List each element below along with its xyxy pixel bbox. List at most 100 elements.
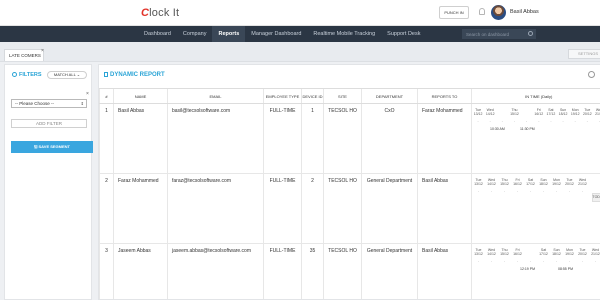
in-time-value: 08:55 PM [558,267,573,271]
search-icon[interactable] [528,31,533,36]
settings-button[interactable]: SETTINGS [568,49,600,59]
in-time-value: 12:19 PM [520,267,535,271]
gear-icon[interactable] [588,71,595,78]
attendance-dot: - [581,189,584,193]
dashboard-search-input[interactable] [462,29,536,39]
date-label: 18/12 [558,112,568,116]
date-label: 17/12 [539,252,548,256]
attendance-dot: - [538,119,540,123]
tab-late-comers[interactable]: LATE COMERS [4,49,44,61]
date-label: 20/12 [565,182,574,186]
table-row[interactable]: 2 Faraz Mohammed faraz@tecsolsoftware.com F… [99,173,600,244]
attendance-dot: - [503,189,506,193]
attendance-dot: - [581,259,584,263]
table-row[interactable]: 1 Basil Abbas basil@tecsolsoftware.com FULL… [99,103,600,174]
date-label [496,112,508,116]
tab-close-icon[interactable]: × [41,48,44,54]
date-label: 16/12 [513,182,522,186]
date-label: 14/12 [487,182,496,186]
app-logo[interactable]: Clock It [141,7,179,19]
date-label [524,252,537,256]
column-header[interactable]: REPORTS TO [417,88,472,104]
attendance-dot: - [477,119,479,123]
cell-dept: General Department [361,243,418,299]
column-header[interactable]: DEVICE ID [301,88,324,104]
date-row: 13/12 14/12 15/12 16/12 17/12 18/12 19/12 20/12… [472,112,600,116]
attendance-dot: - [598,119,600,123]
attendance-dots-row: ---------- [472,259,600,263]
cell-name: Faraz Mohammed [113,173,168,244]
date-label: 13/12 [473,112,483,116]
filter-field-select[interactable]: -- Please Choose -- ⇕ [11,99,87,108]
attendance-dot: - [489,119,491,123]
attendance-dot: - [586,119,588,123]
match-all-dropdown[interactable]: MATCH ALL ⌄ [47,71,87,79]
nav-item-realtime-mobile-tracking[interactable]: Realtime Mobile Tracking [307,26,381,42]
select-arrow-icon: ⇕ [80,101,84,106]
attendance-dot: - [542,259,545,263]
cell-dept: CxO [361,103,418,174]
column-header[interactable]: SITE [323,88,362,104]
today-button[interactable]: TODAY [591,193,600,202]
attendance-dot: - [516,259,519,263]
cell-email: faraz@tecsolsoftware.com [167,173,264,244]
save-segment-button[interactable]: 🖫 SAVE SEGMENT [11,141,93,153]
column-header[interactable]: IN TIME (Daily) [471,88,600,104]
date-row: 13/12 14/12 15/12 16/12 17/12 18/12 19/12 20/12… [472,252,600,256]
punch-in-button[interactable]: PUNCH IN [439,6,469,19]
attendance-dot: - [501,119,503,123]
attendance-dot: - [555,189,558,193]
cell-email: basil@tecsolsoftware.com [167,103,264,174]
filter-remove-icon[interactable]: × [86,91,89,97]
attendance-dot: - [516,189,519,193]
attendance-dot: - [542,189,545,193]
attendance-dot: - [529,189,532,193]
date-label: 21/12 [591,252,600,256]
cell-reports-to: Basil Abbas [417,243,472,299]
nav-item-dashboard[interactable]: Dashboard [138,26,177,42]
filter-icon [12,72,17,77]
cell-email: jaseem.abbas@tecsolsoftware.com [167,243,264,299]
attendance-dot: - [555,259,558,263]
column-header[interactable]: NAME [113,88,168,104]
table-row[interactable]: 3 Jaseem Abbas jaseem.abbas@tecsolsoftware… [99,243,600,299]
attendance-dot: - [529,259,532,263]
cell-type: FULL-TIME [263,103,302,174]
nav-links: Dashboard Company Reports Manager Dashboard… [138,26,426,42]
attendance-dot: - [574,119,576,123]
report-title-text: DYNAMIC REPORT [110,72,165,78]
attendance-dot: - [490,259,493,263]
user-name[interactable]: Basil Abbas [510,9,539,15]
column-header[interactable]: EMAIL [167,88,264,104]
document-icon [104,72,108,77]
filter-select-value: -- Please Choose -- [15,101,55,106]
cell-device: 35 [301,243,324,299]
date-label: 16/12 [513,252,522,256]
nav-item-company[interactable]: Company [177,26,213,42]
date-label: 16/12 [534,112,544,116]
cell-reports-to: Faraz Mohammed [417,103,472,174]
attendance-dot: - [513,119,516,123]
cell-type: FULL-TIME [263,173,302,244]
cell-reports-to: Basil Abbas [417,173,472,244]
save-segment-label: SAVE SEGMENT [38,144,71,149]
nav-item-reports[interactable]: Reports [212,26,246,42]
date-label: 19/12 [565,252,574,256]
report-heading: DYNAMIC REPORT [104,72,165,78]
logo-mark: C [141,7,150,19]
column-header[interactable]: EMPLOYEE TYPE [263,88,302,104]
cell-name: Basil Abbas [113,103,168,174]
date-label: 21/12 [578,182,587,186]
nav-item-manager-dashboard[interactable]: Manager Dashboard [245,26,307,42]
add-filter-button[interactable]: ADD FILTER [11,119,87,128]
column-header[interactable]: # [99,88,114,104]
notification-bell-icon[interactable] [479,8,485,15]
date-label: 20/12 [578,252,587,256]
date-label: 15/12 [500,182,509,186]
date-label [521,112,533,116]
column-header[interactable]: DEPARTMENT [361,88,418,104]
date-label: 21/12 [595,112,600,116]
top-header: Clock It PUNCH IN Basil Abbas [0,0,600,26]
user-avatar[interactable] [491,5,506,20]
nav-item-support-desk[interactable]: Support Desk [381,26,426,42]
